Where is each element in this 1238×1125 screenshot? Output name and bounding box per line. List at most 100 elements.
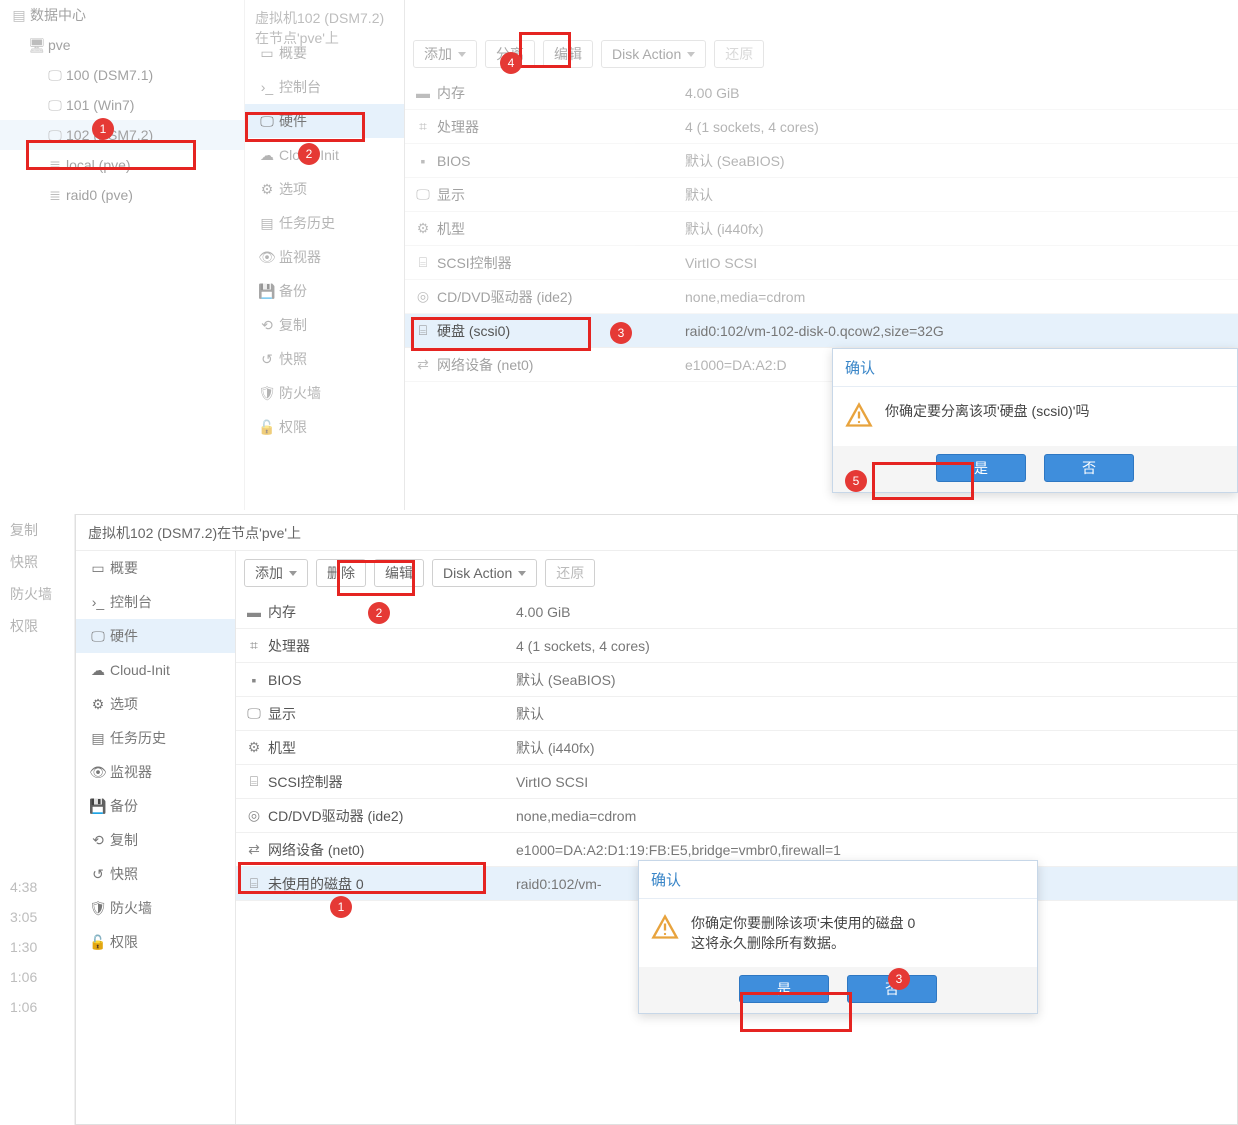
datacenter-icon: ▤ (8, 7, 30, 24)
hardware-row[interactable]: ◎CD/DVD驱动器 (ide2)none,media=cdrom (405, 280, 1238, 314)
hardware-row[interactable]: ⌸SCSI控制器VirtIO SCSI (236, 765, 1237, 799)
hardware-row[interactable]: ▪BIOS默认 (SeaBIOS) (236, 663, 1237, 697)
nav-monitor[interactable]: 👁监视器 (76, 755, 235, 789)
hardware-row[interactable]: 🖵显示默认 (405, 178, 1238, 212)
db-icon: ≣ (44, 157, 66, 174)
hw-value: none,media=cdrom (685, 289, 805, 305)
nav-hardware[interactable]: 🖵硬件 (76, 619, 235, 653)
hardware-row[interactable]: ▪BIOS默认 (SeaBIOS) (405, 144, 1238, 178)
monitor-icon: 🖵 (86, 628, 110, 645)
hardware-row[interactable]: ▬内存4.00 GiB (236, 595, 1237, 629)
strip-permission[interactable]: 权限 (0, 610, 74, 642)
nav-hardware[interactable]: 🖵硬件 (245, 104, 404, 138)
hw-value: e1000=DA:A2:D (685, 357, 787, 373)
terminal-icon: ›_ (86, 594, 110, 610)
hardware-row[interactable]: ⌸硬盘 (scsi0)raid0:102/vm-102-disk-0.qcow2… (405, 314, 1238, 348)
nav-history[interactable]: ▤任务历史 (76, 721, 235, 755)
dialog-title: 确认 (639, 861, 1037, 899)
nav-options[interactable]: ⚙选项 (76, 687, 235, 721)
tree-node[interactable]: 🖥 pve (0, 30, 244, 60)
no-button[interactable]: 否 (1044, 454, 1134, 482)
page-header: 虚拟机102 (DSM7.2)在节点'pve'上 (245, 0, 404, 36)
add-button[interactable]: 添加 (413, 40, 477, 68)
hardware-row[interactable]: ⌗处理器4 (1 sockets, 4 cores) (405, 110, 1238, 144)
hw-value: 默认 (i440fx) (516, 738, 595, 758)
list-icon: ▤ (86, 730, 110, 747)
hw-label: 未使用的磁盘 0 (268, 874, 364, 894)
strip-snapshot[interactable]: 快照 (0, 546, 74, 578)
nav-replicate[interactable]: ⟲复制 (245, 308, 404, 342)
hw-label: 内存 (268, 602, 296, 622)
nav-replicate[interactable]: ⟲复制 (76, 823, 235, 857)
cpu-icon: ⌗ (240, 637, 268, 654)
nav-cloudinit[interactable]: ☁Cloud-Init (245, 138, 404, 172)
log-time: 3:05 (0, 902, 74, 932)
hw-value: 4 (1 sockets, 4 cores) (516, 638, 650, 654)
yes-button[interactable]: 是 (739, 975, 829, 1003)
nav-firewall[interactable]: 🛡防火墙 (245, 376, 404, 410)
nav-backup[interactable]: 💾备份 (245, 274, 404, 308)
hardware-row[interactable]: ▬内存4.00 GiB (405, 76, 1238, 110)
tree-vm-102[interactable]: 🖵 102 (DSM7.2) (0, 120, 244, 150)
restore-button[interactable]: 还原 (545, 559, 595, 587)
hardware-row[interactable]: 🖵显示默认 (236, 697, 1237, 731)
restore-button[interactable]: 还原 (714, 40, 764, 68)
nav-permission[interactable]: 🔓权限 (245, 410, 404, 444)
edit-button[interactable]: 编辑 (543, 40, 593, 68)
hardware-row[interactable]: ⚙机型默认 (i440fx) (236, 731, 1237, 765)
nav-snapshot[interactable]: ↺快照 (245, 342, 404, 376)
confirm-dialog: 确认 你确定要分离该项'硬盘 (scsi0)'吗 是 否 (832, 348, 1238, 493)
nav-console[interactable]: ›_控制台 (76, 585, 235, 619)
hdd-icon: ⌸ (409, 254, 437, 271)
nav-firewall[interactable]: 🛡防火墙 (76, 891, 235, 925)
hw-value: 默认 (SeaBIOS) (685, 151, 785, 171)
hardware-row[interactable]: ⚙机型默认 (i440fx) (405, 212, 1238, 246)
tree-root-label: 数据中心 (30, 5, 86, 25)
tree-vm-label: 100 (DSM7.1) (66, 67, 153, 83)
sync-icon: ⟲ (255, 317, 279, 334)
nav-permission[interactable]: 🔓权限 (76, 925, 235, 959)
nav-options[interactable]: ⚙选项 (245, 172, 404, 206)
hardware-row[interactable]: ⌗处理器4 (1 sockets, 4 cores) (236, 629, 1237, 663)
strip-replicate[interactable]: 复制 (0, 514, 74, 546)
dialog-message: 你确定要分离该项'硬盘 (scsi0)'吗 (885, 401, 1089, 432)
edit-button[interactable]: 编辑 (374, 559, 424, 587)
tree-vm-100[interactable]: 🖵 100 (DSM7.1) (0, 60, 244, 90)
hw-label: 网络设备 (net0) (437, 355, 533, 375)
nav-monitor[interactable]: 👁监视器 (245, 240, 404, 274)
dialog-title: 确认 (833, 349, 1237, 387)
nav-summary[interactable]: ▭概要 (76, 551, 235, 585)
tree-storage-local[interactable]: ≣ local (pve) (0, 150, 244, 180)
detach-button[interactable]: 分离 (485, 40, 535, 68)
disk-action-button[interactable]: Disk Action (432, 559, 537, 587)
remove-button[interactable]: 删除 (316, 559, 366, 587)
strip-firewall[interactable]: 防火墙 (0, 578, 74, 610)
add-button[interactable]: 添加 (244, 559, 308, 587)
nav-summary[interactable]: ▭概要 (245, 36, 404, 70)
hardware-row[interactable]: ⌸SCSI控制器VirtIO SCSI (405, 246, 1238, 280)
no-button[interactable]: 否 (847, 975, 937, 1003)
yes-button[interactable]: 是 (936, 454, 1026, 482)
book-icon: ▭ (86, 560, 110, 577)
tree-vm-label: 102 (DSM7.2) (66, 127, 153, 143)
hw-label: 显示 (268, 704, 296, 724)
nav-cloudinit[interactable]: ☁Cloud-Init (76, 653, 235, 687)
gear-icon: ⚙ (409, 220, 437, 237)
nav-snapshot[interactable]: ↺快照 (76, 857, 235, 891)
cd-icon: ◎ (409, 288, 437, 305)
hw-value: 4 (1 sockets, 4 cores) (685, 119, 819, 135)
confirm-dialog: 确认 你确定你要删除该项'未使用的磁盘 0 这将永久删除所有数据。 是 否 (638, 860, 1038, 1014)
cloud-icon: ☁ (86, 662, 110, 679)
save-icon: 💾 (86, 798, 110, 815)
nav-console[interactable]: ›_控制台 (245, 70, 404, 104)
disk-action-button[interactable]: Disk Action (601, 40, 706, 68)
nav-history[interactable]: ▤任务历史 (245, 206, 404, 240)
nav-backup[interactable]: 💾备份 (76, 789, 235, 823)
tree-root[interactable]: ▤ 数据中心 (0, 0, 244, 30)
history-icon: ↺ (255, 351, 279, 368)
tree-vm-101[interactable]: 🖵 101 (Win7) (0, 90, 244, 120)
tree-storage-raid0[interactable]: ≣ raid0 (pve) (0, 180, 244, 210)
hw-value: 默认 (SeaBIOS) (516, 670, 616, 690)
list-icon: ▤ (255, 215, 279, 232)
hardware-row[interactable]: ◎CD/DVD驱动器 (ide2)none,media=cdrom (236, 799, 1237, 833)
